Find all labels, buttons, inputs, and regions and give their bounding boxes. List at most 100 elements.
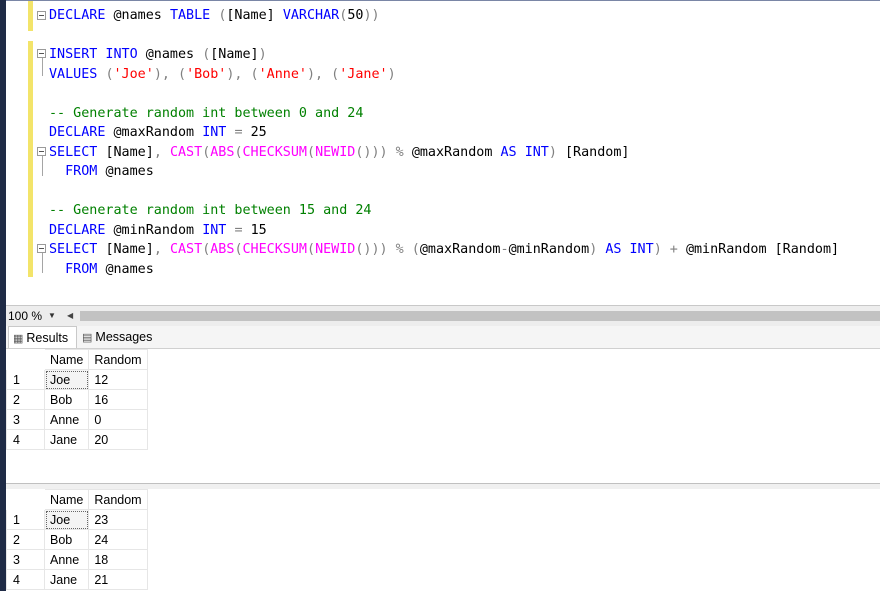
code-token: AS [605, 242, 630, 257]
code-token: CAST [169, 242, 203, 257]
table-row[interactable]: 4 Jane 20 [6, 429, 148, 450]
fold-guide [42, 58, 43, 76]
code-line[interactable]: FROM @names [49, 162, 154, 182]
code-token: ())) % [355, 144, 412, 160]
table-row[interactable]: 3 Anne 0 [6, 409, 148, 430]
results-pane-1: Name Random 1 Joe 12 2 Bob 16 3 Anne 0 4 Jane 20 [6, 349, 880, 485]
tab-messages[interactable]: ▤ Messages [78, 326, 164, 348]
code-token: CAST [169, 144, 203, 160]
scroll-left-icon[interactable]: ◀ [67, 308, 73, 324]
code-token: @minRandom [113, 222, 203, 238]
code-token: INT [202, 222, 235, 238]
row-number[interactable]: 2 [6, 389, 45, 410]
code-token: SELECT [49, 242, 106, 257]
table-row[interactable]: 1 Joe 12 [6, 369, 148, 390]
code-token: NEWID [315, 144, 356, 160]
collapse-icon[interactable] [37, 49, 46, 58]
grid-icon: ▦ [13, 333, 24, 345]
query-editor[interactable]: DECLARE @names TABLE ([Name] VARCHAR (50)… [6, 0, 880, 306]
table-row[interactable]: 2 Bob 24 [6, 529, 148, 550]
collapse-icon[interactable] [37, 147, 46, 156]
code-token: ABS [210, 242, 235, 257]
cell-name[interactable]: Joe [43, 369, 90, 390]
cell-random[interactable]: 12 [88, 369, 148, 390]
fold-guide [42, 156, 43, 176]
results-tabs: ▦ Results ▤ Messages [6, 326, 880, 349]
code-token: FROM [49, 261, 106, 277]
horizontal-scrollbar[interactable] [80, 311, 880, 321]
row-number[interactable]: 4 [6, 569, 45, 590]
code-token: -- Generate random int between 15 and 24 [49, 203, 372, 218]
code-line[interactable]: INSERT INTO @names ([Name]) [49, 45, 267, 65]
results-pane-2: Name Random 1 Joe 23 2 Bob 24 3 Anne 18 4 Jane 2… [6, 489, 880, 591]
tab-results-label: Results [26, 331, 69, 345]
code-token: ), ( [226, 66, 259, 82]
table-row[interactable]: 1 Joe 23 [6, 509, 148, 530]
code-token: ABS [210, 144, 235, 160]
code-token: [Name] [210, 47, 259, 62]
tab-results[interactable]: ▦ Results [8, 326, 77, 348]
code-line[interactable]: DECLARE @maxRandom INT = 25 [49, 123, 267, 143]
code-line[interactable]: SELECT [Name], CAST(ABS(CHECKSUM(NEWID()… [49, 240, 839, 260]
column-header[interactable]: Random [88, 489, 148, 510]
code-token: @names [113, 8, 170, 23]
row-number[interactable]: 4 [6, 429, 45, 450]
cell-name[interactable]: Bob [43, 529, 90, 550]
table-row[interactable]: 4 Jane 21 [6, 569, 148, 590]
code-token: - [500, 242, 509, 257]
header-row: Name Random [6, 349, 148, 370]
code-line[interactable]: VALUES ('Joe'), ('Bob'), ('Anne'), ('Jan… [49, 65, 396, 85]
zoom-bar: 100 % ▼ ◀ [6, 305, 880, 326]
code-line[interactable]: DECLARE @names TABLE ([Name] VARCHAR(50)… [49, 6, 380, 26]
cell-name[interactable]: Bob [43, 389, 90, 410]
column-header[interactable]: Random [88, 349, 148, 370]
code-token: NEWID [315, 242, 356, 257]
code-token: 25 [250, 125, 267, 140]
cell-name[interactable]: Anne [43, 549, 90, 570]
cell-random[interactable]: 0 [88, 409, 148, 430]
cell-random[interactable]: 21 [88, 569, 148, 590]
row-number[interactable]: 3 [6, 409, 45, 430]
code-line[interactable]: -- Generate random int between 0 and 24 [49, 104, 363, 124]
code-token: [Name] [105, 144, 154, 160]
column-header[interactable]: Name [43, 489, 90, 510]
cell-name[interactable]: Jane [43, 429, 90, 450]
cell-name[interactable]: Anne [43, 409, 90, 430]
chevron-down-icon[interactable]: ▼ [48, 308, 56, 324]
code-line[interactable]: DECLARE @minRandom INT = 15 [49, 221, 267, 241]
collapse-icon[interactable] [37, 244, 46, 253]
cell-random[interactable]: 20 [88, 429, 148, 450]
code-token: ), ( [307, 66, 340, 82]
results-grid[interactable]: Name Random 1 Joe 23 2 Bob 24 3 Anne 18 4 Jane 2… [6, 489, 148, 590]
code-token: @minRandom [508, 242, 590, 257]
code-line[interactable]: SELECT [Name], CAST(ABS(CHECKSUM(NEWID()… [49, 143, 630, 163]
row-number[interactable]: 3 [6, 549, 45, 570]
code-token: DECLARE [49, 222, 114, 238]
cell-name[interactable]: Jane [43, 569, 90, 590]
collapse-icon[interactable] [37, 11, 46, 20]
row-number[interactable]: 1 [6, 369, 45, 390]
code-token: INSERT INTO [49, 47, 146, 62]
code-token: 'Joe' [113, 66, 154, 82]
column-header[interactable]: Name [43, 349, 90, 370]
change-indicator [28, 1, 33, 31]
table-row[interactable]: 3 Anne 18 [6, 549, 148, 570]
cell-random[interactable]: 23 [88, 509, 148, 530]
code-line[interactable]: -- Generate random int between 15 and 24 [49, 201, 371, 221]
results-grid[interactable]: Name Random 1 Joe 12 2 Bob 16 3 Anne 0 4 Jane 20 [6, 349, 148, 450]
cell-random[interactable]: 18 [88, 549, 148, 570]
table-row[interactable]: 2 Bob 16 [6, 389, 148, 410]
code-line[interactable]: FROM @names [49, 260, 154, 280]
cell-random[interactable]: 24 [88, 529, 148, 550]
code-token: 'Bob' [186, 66, 227, 82]
cell-random[interactable]: 16 [88, 389, 148, 410]
row-number[interactable]: 2 [6, 529, 45, 550]
code-token: AS [500, 144, 525, 160]
cell-name[interactable]: Joe [43, 509, 90, 530]
code-token: ())) % ( [355, 242, 420, 257]
messages-icon: ▤ [82, 332, 93, 344]
row-number[interactable]: 1 [6, 509, 45, 530]
code-token: ( [234, 144, 243, 160]
code-token: VALUES [49, 66, 106, 82]
code-token: VARCHAR [282, 8, 340, 23]
